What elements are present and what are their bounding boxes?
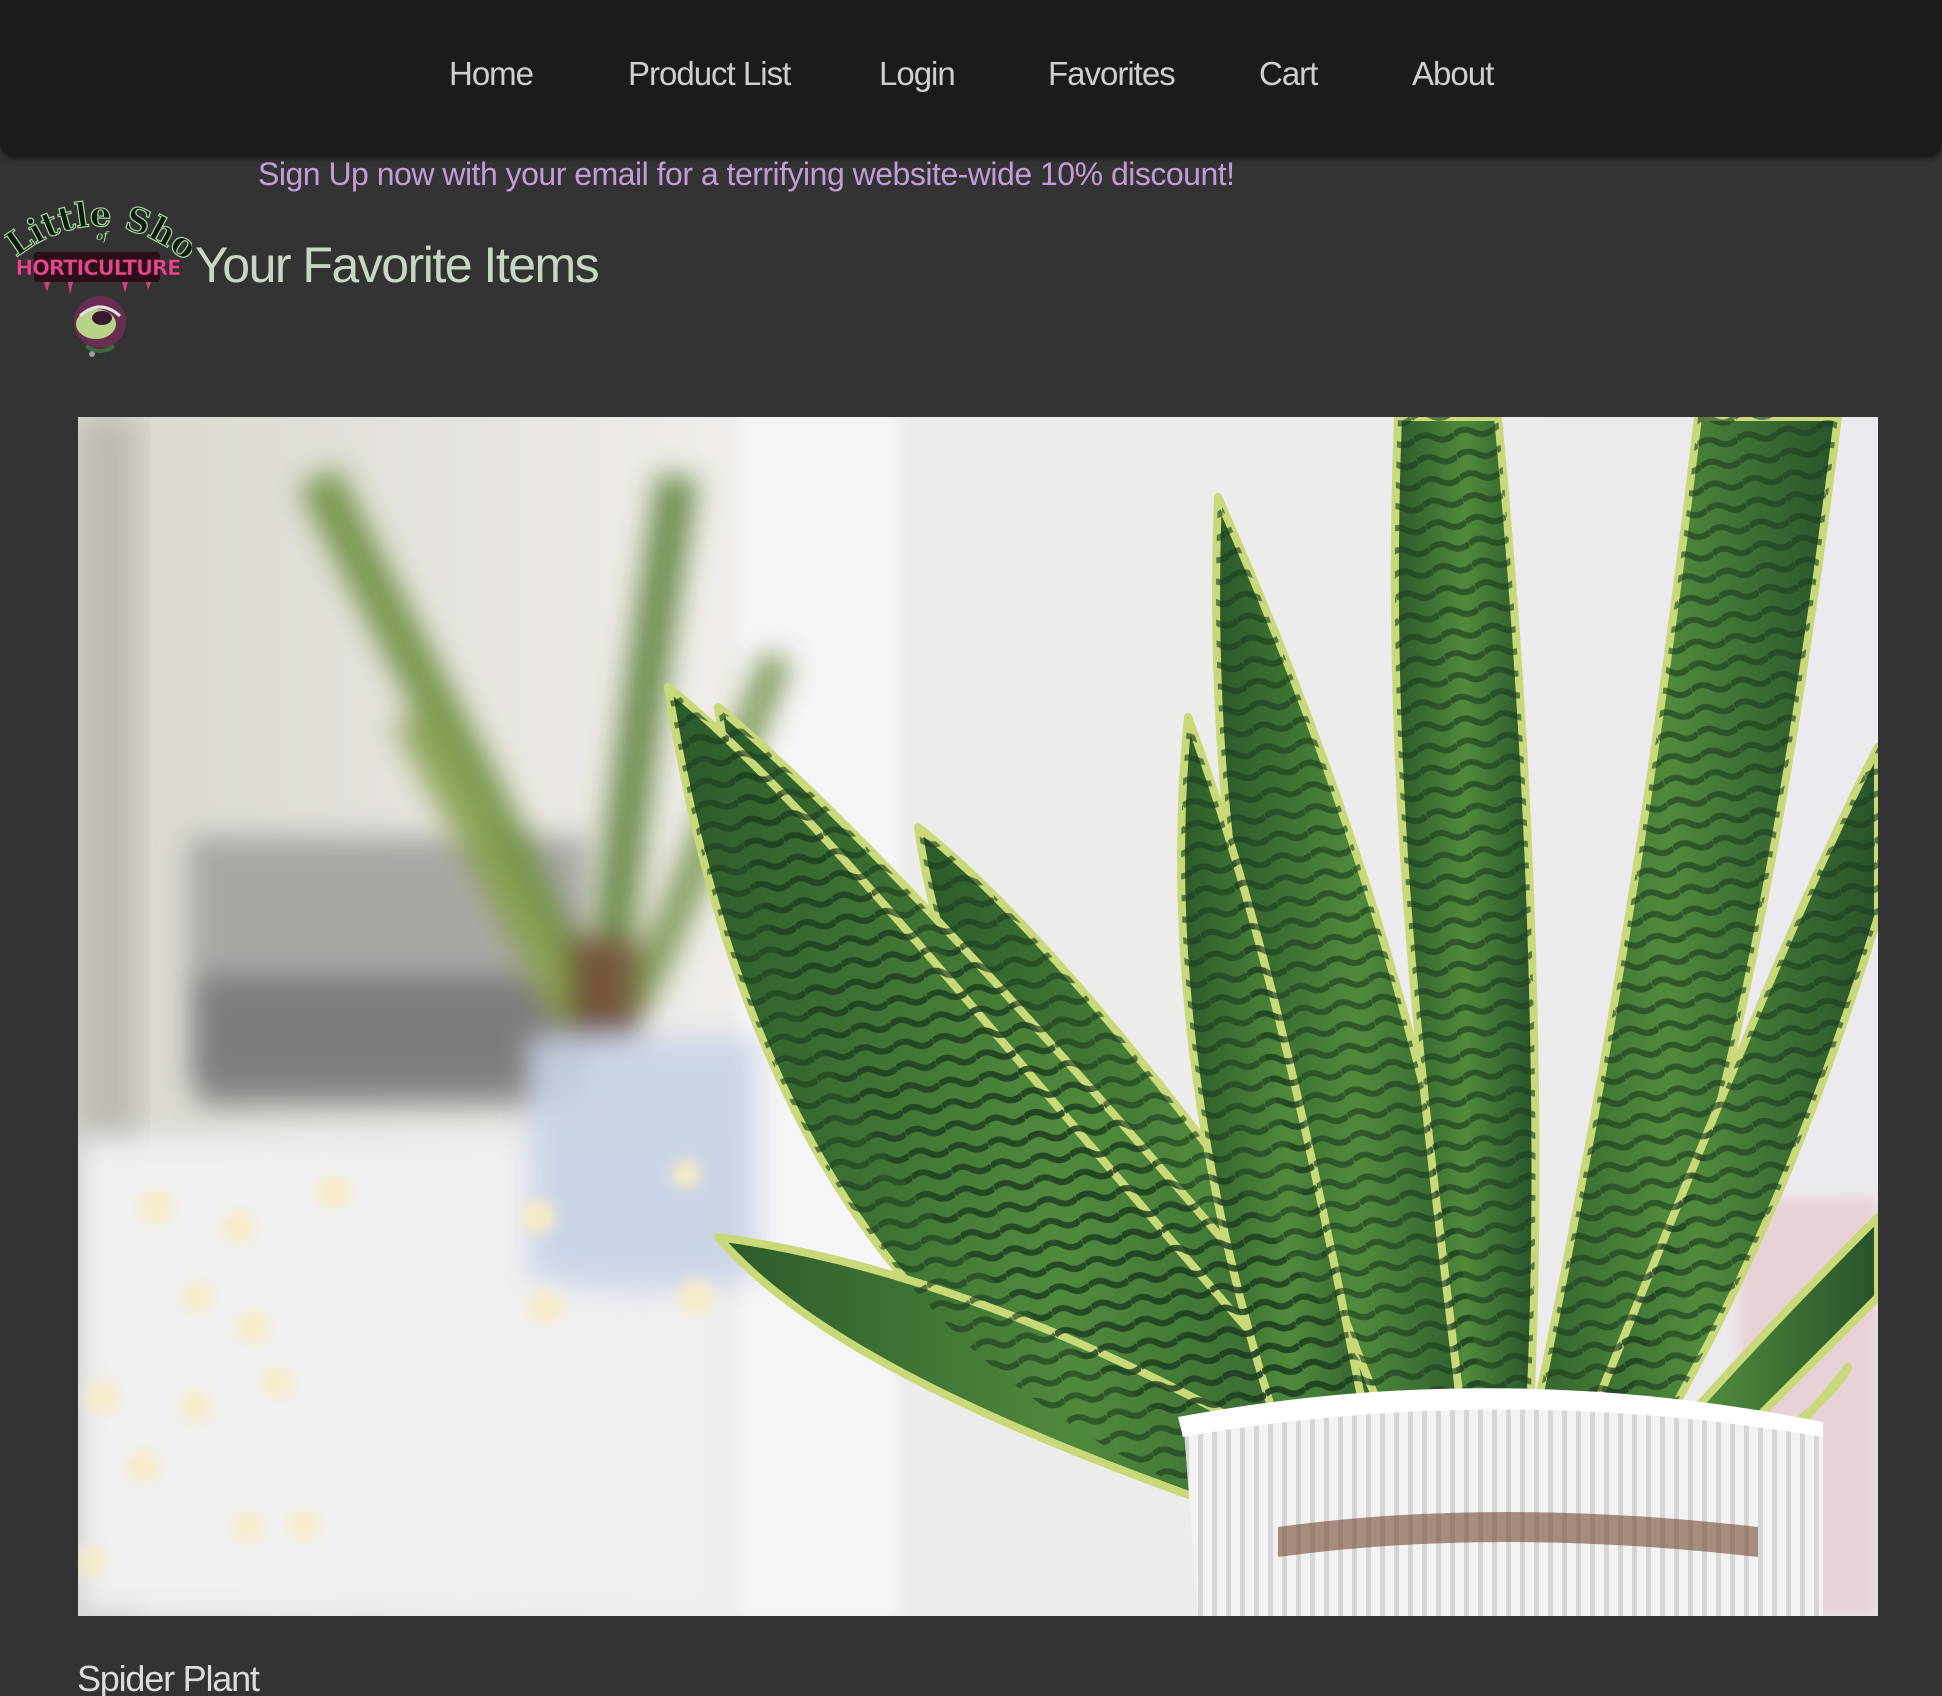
little-shop-logo-graphic: Little Shop of HORTICULTURE [0, 168, 205, 357]
favorite-item-image[interactable] [78, 417, 1878, 1616]
signup-promo-banner: Sign Up now with your email for a terrif… [258, 156, 1235, 192]
nav-about-link[interactable]: About [1412, 55, 1494, 93]
site-logo[interactable]: Little Shop of HORTICULTURE [0, 168, 205, 360]
nav-favorites-link[interactable]: Favorites [1048, 55, 1176, 93]
page: Home Product List Login Favorites Cart A… [0, 0, 1942, 1696]
nav-product-list-link[interactable]: Product List [628, 55, 791, 93]
page-title: Your Favorite Items [195, 237, 600, 293]
favorite-item-name[interactable]: Spider Plant [77, 1658, 260, 1696]
logo-subtitle-text: HORTICULTURE [15, 256, 180, 280]
top-navbar: Home Product List Login Favorites Cart A… [0, 0, 1942, 157]
snake-plant-photo [78, 417, 1878, 1616]
nav-home-link[interactable]: Home [449, 55, 534, 93]
nav-login-link[interactable]: Login [879, 55, 956, 93]
nav-cart-link[interactable]: Cart [1259, 55, 1318, 93]
